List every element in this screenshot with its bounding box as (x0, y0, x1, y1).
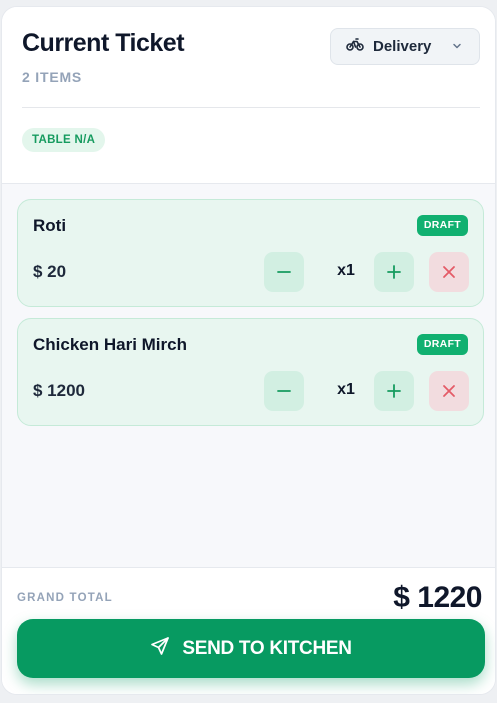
item-quantity: x1 (337, 262, 355, 279)
minus-icon (277, 390, 291, 392)
header-divider (22, 107, 480, 108)
item-price: $ 1200 (33, 381, 85, 400)
item-price: $ 20 (33, 262, 67, 281)
table-badge: TABLE N/A (22, 128, 106, 152)
item-name: Chicken Hari Mirch (33, 335, 187, 354)
send-button-label: SEND TO KITCHEN (182, 637, 352, 659)
status-badge: DRAFT (416, 215, 468, 236)
decrease-qty-button[interactable] (264, 252, 304, 292)
item-name: Roti (33, 216, 67, 235)
item-quantity: x1 (337, 381, 355, 398)
order-mode-label: Delivery (373, 38, 432, 55)
ticket-panel: Current Ticket 2 ITEMS Delivery TABLE N/… (1, 6, 496, 695)
ticket-footer: GRAND TOTAL $ 1220 SEND TO KITCHEN (2, 567, 495, 694)
grand-total-value: $ 1220 (393, 581, 482, 614)
remove-item-button[interactable] (429, 371, 469, 411)
increase-qty-button[interactable] (374, 252, 414, 292)
grand-total-label: GRAND TOTAL (17, 592, 113, 604)
plus-icon (387, 384, 401, 398)
minus-icon (277, 271, 291, 273)
ticket-item-card: Chicken Hari Mirch DRAFT $ 1200 x1 (17, 318, 484, 426)
send-to-kitchen-button[interactable]: SEND TO KITCHEN (17, 619, 485, 678)
increase-qty-button[interactable] (374, 371, 414, 411)
close-icon (443, 266, 455, 278)
ticket-items-list: Roti DRAFT $ 20 x1 Chicken Hari Mirch DR… (2, 183, 495, 567)
item-count: 2 ITEMS (22, 69, 83, 85)
ticket-header: Current Ticket 2 ITEMS Delivery TABLE N/… (2, 7, 495, 183)
close-icon (443, 385, 455, 397)
ticket-item-card: Roti DRAFT $ 20 x1 (17, 199, 484, 307)
order-mode-select[interactable]: Delivery (330, 28, 480, 65)
decrease-qty-button[interactable] (264, 371, 304, 411)
remove-item-button[interactable] (429, 252, 469, 292)
bicycle-icon (346, 37, 364, 56)
ticket-title: Current Ticket (22, 29, 185, 57)
send-icon (150, 636, 170, 661)
chevron-down-icon (451, 39, 463, 57)
status-badge: DRAFT (416, 334, 468, 355)
plus-icon (387, 265, 401, 279)
